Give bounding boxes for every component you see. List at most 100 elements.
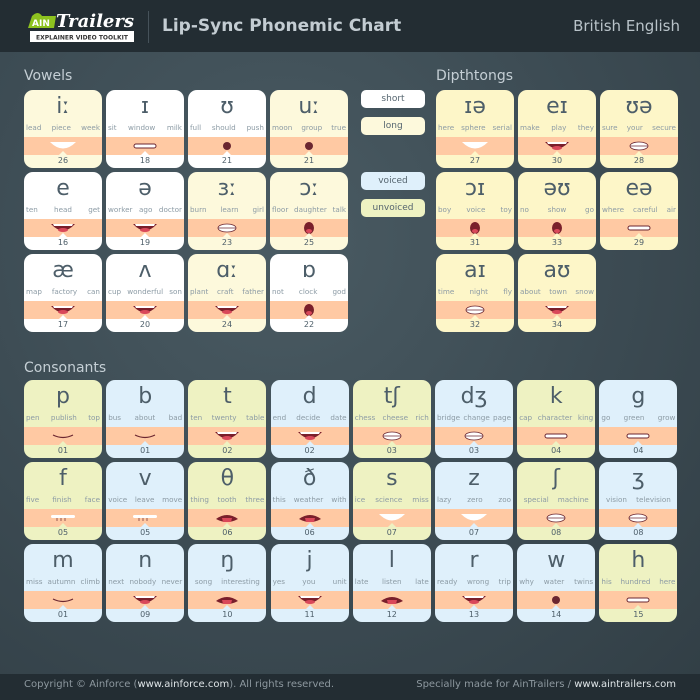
consonant-card[interactable]: θ thing tooth three 06 [188, 462, 267, 540]
vowel-card[interactable]: ʌ cup wonderful son 20 [106, 254, 184, 332]
consonant-card[interactable]: s ice science miss 07 [352, 462, 431, 540]
example-word: play [551, 123, 567, 132]
phoneme-symbol: eə [625, 176, 653, 201]
example-word: ready [437, 577, 458, 586]
viseme-number: 23 [221, 238, 233, 247]
consonant-card[interactable]: h his hundred here 15 [599, 544, 678, 622]
consonant-card[interactable]: b bus about bad 01 [106, 380, 185, 458]
phoneme-symbol: æ [52, 258, 74, 283]
consonant-card[interactable]: g go green grow 04 [599, 380, 678, 458]
diphthong-card[interactable]: aʊ about town snow 34 [518, 254, 596, 332]
consonant-card[interactable]: n next nobody never 09 [106, 544, 185, 622]
consonant-card[interactable]: w why water twins 14 [517, 544, 596, 622]
example-word: television [636, 495, 671, 504]
example-word: clock [298, 287, 318, 296]
example-word: nobody [129, 577, 157, 586]
consonant-card[interactable]: k cap character king 04 [517, 380, 596, 458]
consonant-card[interactable]: z lazy zero zoo 07 [435, 462, 513, 540]
pointer-icon [471, 233, 479, 237]
viseme-number: 07 [468, 528, 480, 537]
example-words: plant craft father [190, 287, 264, 296]
consonant-card[interactable]: l late listen late 12 [352, 544, 431, 622]
example-words: cap character king [519, 413, 593, 422]
example-word: floor [272, 205, 289, 214]
vowel-card[interactable]: iː lead piece week 26 [24, 90, 102, 168]
vowel-card[interactable]: ɑː plant craft father 24 [188, 254, 266, 332]
viseme-number: 04 [551, 446, 562, 455]
consonant-card[interactable]: d end decide date 02 [270, 380, 349, 458]
example-word: twins [574, 577, 594, 586]
example-words: map factory can [26, 287, 100, 296]
diphthong-card[interactable]: ɪə here sphere serial 27 [436, 90, 514, 168]
example-word: time [438, 287, 455, 296]
example-word: tooth [217, 495, 237, 504]
consonant-card[interactable]: r ready wrong trip 13 [435, 544, 513, 622]
consonant-card[interactable]: ŋ song interesting 10 [188, 544, 267, 622]
example-word: three [245, 495, 265, 504]
example-words: why water twins [519, 577, 593, 586]
example-word: voice [466, 205, 486, 214]
diphthong-card[interactable]: aɪ time night fly 32 [436, 254, 514, 332]
phoneme-symbol: əʊ [543, 176, 571, 201]
example-word: no [520, 205, 529, 214]
example-word: science [375, 495, 403, 504]
example-word: cheese [382, 413, 409, 422]
consonant-card[interactable]: m miss autumn climb 01 [24, 544, 102, 622]
example-words: bridge change page [437, 413, 511, 422]
aintrailers-logo[interactable]: AIN Trailers EXPLAINER VIDEO TOOLKIT [26, 8, 138, 44]
consonant-card[interactable]: dʒ bridge change page 03 [435, 380, 513, 458]
vowel-card[interactable]: ɪ sit window milk 18 [106, 90, 184, 168]
vowel-card[interactable]: e ten head get 16 [24, 172, 102, 250]
diphthong-card[interactable]: eə where careful air 29 [600, 172, 678, 250]
example-word: late [354, 577, 369, 586]
phoneme-symbol: p [56, 384, 70, 409]
ainforce-link[interactable]: www.ainforce.com [137, 679, 229, 690]
viseme-number: 20 [139, 320, 151, 329]
phoneme-symbol: m [52, 548, 74, 573]
vowel-card[interactable]: ɒ not clock god 22 [270, 254, 348, 332]
consonant-card[interactable]: f five finish face 05 [24, 462, 102, 540]
example-word: father [242, 287, 264, 296]
phoneme-symbol: ɔɪ [464, 176, 486, 201]
vowel-card[interactable]: ʊ full should push 21 [188, 90, 266, 168]
consonant-card[interactable]: ʃ special machine 08 [517, 462, 596, 540]
vowel-card[interactable]: æ map factory can 17 [24, 254, 102, 332]
diphthong-card[interactable]: eɪ make play they 30 [518, 90, 596, 168]
example-word: should [211, 123, 236, 132]
vowel-card[interactable]: ɔː floor daughter talk 25 [270, 172, 348, 250]
consonant-card[interactable]: j yes you unit 11 [270, 544, 349, 622]
viseme-number: 33 [551, 238, 563, 247]
example-word: miss [26, 577, 43, 586]
vowel-card[interactable]: ə worker ago doctor 19 [106, 172, 184, 250]
pointer-icon [59, 233, 67, 237]
phoneme-symbol: r [469, 548, 479, 573]
consonant-card[interactable]: ð this weather with 06 [270, 462, 349, 540]
aintrailers-link[interactable]: www.aintrailers.com [574, 679, 676, 690]
legend-voiced: voiced [361, 172, 425, 190]
viseme-number: 27 [469, 156, 481, 165]
viseme-number: 29 [633, 238, 645, 247]
phoneme-symbol: eɪ [546, 94, 568, 119]
consonant-card[interactable]: p pen publish top 01 [24, 380, 102, 458]
example-word: zero [467, 495, 483, 504]
example-words: not clock god [272, 287, 346, 296]
diphthong-card[interactable]: ɔɪ boy voice toy 31 [436, 172, 514, 250]
consonant-card[interactable]: t ten twenty table 02 [188, 380, 267, 458]
example-word: water [543, 577, 565, 586]
example-words: make play they [520, 123, 594, 132]
example-word: sit [108, 123, 117, 132]
diphthong-card[interactable]: ʊə sure your secure 28 [600, 90, 678, 168]
viseme-number: 25 [303, 238, 315, 247]
example-word: ice [354, 495, 366, 504]
vowel-card[interactable]: ɜː burn learn girl 23 [188, 172, 266, 250]
diphthong-card[interactable]: əʊ no show go 33 [518, 172, 596, 250]
phoneme-symbol: ʊə [625, 94, 653, 119]
example-words: thing tooth three [190, 495, 264, 504]
consonant-card[interactable]: tʃ chess cheese rich 03 [352, 380, 431, 458]
copyright: Copyright © Ainforce (www.ainforce.com).… [24, 674, 334, 696]
example-words: sure your secure [602, 123, 676, 132]
vowel-card[interactable]: uː moon group true 21 [270, 90, 348, 168]
consonant-card[interactable]: v voice leave move 05 [106, 462, 185, 540]
pointer-icon [59, 523, 67, 527]
consonant-card[interactable]: ʒ vision television 08 [599, 462, 678, 540]
